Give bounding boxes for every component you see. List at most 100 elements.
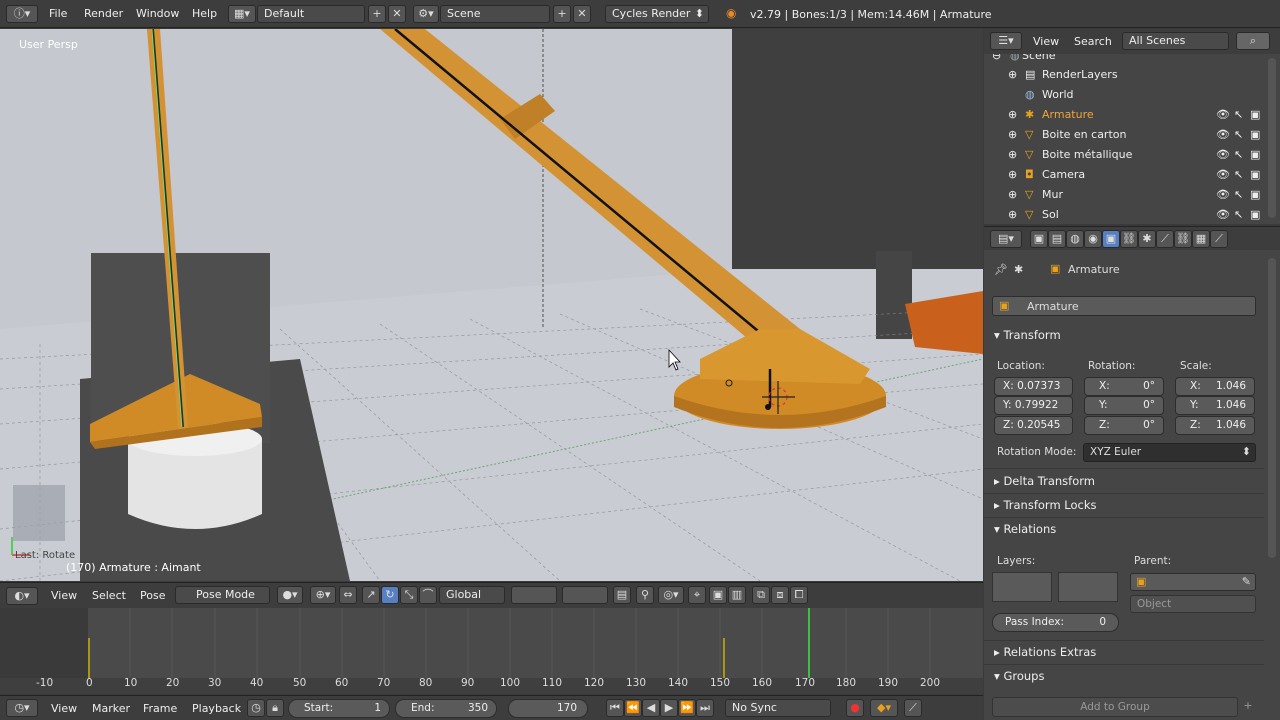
menu-marker[interactable]: Marker <box>92 702 130 715</box>
rotation-z-field[interactable]: Z: 0° <box>1084 416 1164 435</box>
paste-flipped-icon[interactable]: ⧠ <box>790 586 808 604</box>
armature-data-tab-icon[interactable]: ✱ <box>1138 230 1156 248</box>
location-z-field[interactable]: Z: 0.20545 <box>994 416 1073 435</box>
jump-end-icon[interactable]: ⏭ <box>696 699 714 717</box>
outliner-item-sol[interactable]: ⊕ ▽ Sol 👁︎ ↖ ▣ <box>984 205 1264 224</box>
cursor-icon[interactable]: ↖ <box>1234 205 1243 224</box>
scale-icon[interactable]: ⤡ <box>400 586 418 604</box>
menu-view[interactable]: View <box>1033 35 1059 48</box>
groups-panel[interactable]: ▾ Groups <box>994 669 1044 683</box>
info-editor-icon[interactable]: ⓘ▾ <box>6 5 38 23</box>
render-animation-icon[interactable]: ▥ <box>728 586 746 604</box>
expand-icon[interactable]: ⊕ <box>1008 185 1017 205</box>
bone-constraints-tab-icon[interactable]: ⛓ <box>1174 230 1192 248</box>
shading-icon[interactable]: ●▾ <box>277 586 303 604</box>
object-name-field[interactable]: ▣ Armature <box>992 296 1256 316</box>
add-scene-icon[interactable]: + <box>553 5 571 23</box>
copy-pose-icon[interactable]: ⧉ <box>752 586 770 604</box>
expand-icon[interactable]: ⊕ <box>1008 125 1017 145</box>
camera-render-icon[interactable]: ▣ <box>1250 145 1260 165</box>
search-icon[interactable]: ⌕ <box>1236 32 1270 50</box>
lock-camera-icon[interactable]: ▤ <box>613 586 631 604</box>
rotate-icon[interactable]: ↻ <box>381 586 399 604</box>
record-icon[interactable]: ● <box>846 699 864 717</box>
menu-render[interactable]: Render <box>84 7 123 20</box>
properties-editor-icon[interactable]: ▤▾ <box>990 230 1022 248</box>
transform-locks-panel[interactable]: ▸ Transform Locks <box>994 498 1097 512</box>
expand-icon[interactable]: ⊕ <box>1008 145 1017 165</box>
delta-transform-panel[interactable]: ▸ Delta Transform <box>994 474 1095 488</box>
cursor-icon[interactable]: ↖ <box>1234 165 1243 185</box>
parent-type-select[interactable]: Object <box>1130 595 1256 613</box>
physics-tab-icon[interactable]: ⟋ <box>1210 230 1228 248</box>
current-frame-field[interactable]: 170 <box>508 699 588 718</box>
camera-render-icon[interactable]: ▣ <box>1250 105 1260 125</box>
properties-scrollbar[interactable] <box>1268 258 1276 558</box>
outliner-item-armature[interactable]: ⊕ ✱ Armature 👁︎ ↖ ▣ <box>984 105 1264 125</box>
editor-type-icon[interactable]: ◐▾ <box>6 587 38 605</box>
render-preview-icon[interactable]: ▣ <box>709 586 727 604</box>
prev-keyframe-icon[interactable]: ⏪ <box>624 699 642 717</box>
add-group-icon[interactable]: + <box>1240 697 1256 717</box>
menu-select[interactable]: Select <box>92 589 126 602</box>
eyedropper-icon[interactable]: ✎ <box>1242 575 1251 588</box>
outliner-item-renderlayers[interactable]: ⊕ ▤ RenderLayers <box>984 65 1264 85</box>
add-layout-icon[interactable]: + <box>368 5 386 23</box>
layers-grid-2[interactable] <box>562 586 608 604</box>
outliner-item-boite-carton[interactable]: ⊕ ▽ Boite en carton 👁︎ ↖ ▣ <box>984 125 1264 145</box>
menu-view[interactable]: View <box>51 702 77 715</box>
next-keyframe-icon[interactable]: ⏩ <box>678 699 696 717</box>
scale-y-field[interactable]: Y: 1.046 <box>1175 396 1255 415</box>
lock-icon[interactable]: 🔒︎ <box>266 699 284 717</box>
preview-range-icon[interactable]: ◷ <box>247 699 265 717</box>
3d-viewport[interactable]: User Persp Last: Rotate (170) Armature :… <box>0 29 983 581</box>
outliner-editor-icon[interactable]: ☰▾ <box>990 32 1022 50</box>
display-mode-select[interactable]: All Scenes <box>1122 32 1229 50</box>
scene-tab-icon[interactable]: ◍ <box>1066 230 1084 248</box>
outliner-item-camera[interactable]: ⊕ ◘ Camera 👁︎ ↖ ▣ <box>984 165 1264 185</box>
eye-icon[interactable]: 👁︎ <box>1216 185 1230 205</box>
expand-icon[interactable]: ⊕ <box>1008 65 1017 85</box>
menu-frame[interactable]: Frame <box>143 702 177 715</box>
screen-layout-field[interactable]: Default <box>257 5 365 23</box>
camera-render-icon[interactable]: ▣ <box>1250 185 1260 205</box>
pose-library-icon[interactable]: ⚲ <box>636 586 654 604</box>
eye-icon[interactable]: 👁︎ <box>1216 145 1230 165</box>
properties-panel[interactable]: 📌︎ ✱ ▣ Armature ▣ Armature ▾ Transform L… <box>984 250 1280 720</box>
pass-index-field[interactable]: Pass Index: 0 <box>992 613 1119 632</box>
transform-panel-header[interactable]: ▾ Transform <box>994 328 1061 342</box>
menu-playback[interactable]: Playback <box>192 702 241 715</box>
menu-window[interactable]: Window <box>136 7 179 20</box>
cursor-icon[interactable]: ↖ <box>1234 105 1243 125</box>
translate-icon[interactable]: ↗ <box>362 586 380 604</box>
bone-tab-icon[interactable]: ⟋ <box>1156 230 1174 248</box>
relations-panel[interactable]: ▾ Relations <box>994 522 1056 536</box>
scene-icon[interactable]: ⚙▾ <box>413 5 439 23</box>
camera-render-icon[interactable]: ▣ <box>1250 125 1260 145</box>
play-icon[interactable]: ▶ <box>660 699 678 717</box>
menu-search[interactable]: Search <box>1074 35 1112 48</box>
pin-icon[interactable]: 📌︎ <box>994 263 1008 276</box>
camera-render-icon[interactable]: ▣ <box>1250 205 1260 224</box>
expand-icon[interactable]: ⊕ <box>1008 205 1017 224</box>
rotation-y-field[interactable]: Y: 0° <box>1084 396 1164 415</box>
jump-start-icon[interactable]: ⏮ <box>606 699 624 717</box>
cursor-icon[interactable]: ↖ <box>1234 185 1243 205</box>
play-reverse-icon[interactable]: ◀ <box>642 699 660 717</box>
add-to-group-button[interactable]: Add to Group <box>992 697 1238 717</box>
rotation-mode-select[interactable]: XYZ Euler ⬍ <box>1083 443 1256 462</box>
camera-render-icon[interactable]: ▣ <box>1250 165 1260 185</box>
orientation-select[interactable]: Global <box>439 586 505 604</box>
parent-field[interactable]: ▣ ✎ <box>1130 573 1256 591</box>
world-tab-icon[interactable]: ◉ <box>1084 230 1102 248</box>
start-frame-field[interactable]: Start: 1 <box>288 699 390 718</box>
mode-select[interactable]: Pose Mode <box>175 586 270 604</box>
keyframe-insert-icon[interactable]: ⟋ <box>904 699 922 717</box>
object-tab-icon[interactable]: ▣ <box>1102 230 1120 248</box>
ik-icon[interactable]: ⌒ <box>419 586 437 604</box>
render-tab-icon[interactable]: ▣ <box>1030 230 1048 248</box>
cursor-icon[interactable]: ↖ <box>1234 145 1243 165</box>
expand-icon[interactable]: ⊕ <box>1008 165 1017 185</box>
keying-set-icon[interactable]: ◆▾ <box>870 699 898 717</box>
outliner-item-boite-metallique[interactable]: ⊕ ▽ Boite métallique 👁︎ ↖ ▣ <box>984 145 1264 165</box>
